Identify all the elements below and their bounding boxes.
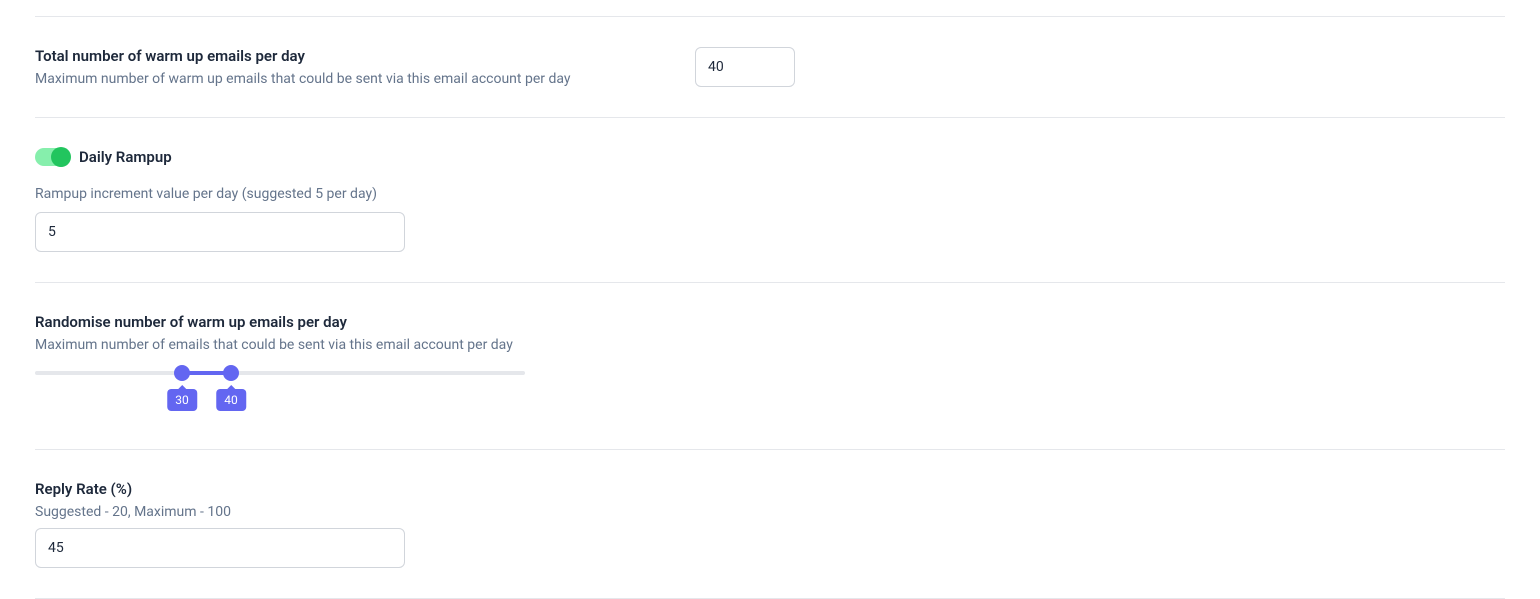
slider-handle-low[interactable] (174, 365, 190, 381)
randomise-desc: Maximum number of emails that could be s… (35, 337, 1505, 353)
total-emails-input[interactable] (695, 47, 795, 87)
reply-rate-desc: Suggested - 20, Maximum - 100 (35, 504, 1505, 520)
rampup-increment-label: Rampup increment value per day (suggeste… (35, 186, 1505, 202)
daily-rampup-label: Daily Rampup (79, 148, 172, 166)
rampup-increment-input[interactable] (35, 212, 405, 252)
slider-tip-low: 30 (167, 389, 197, 411)
daily-rampup-toggle[interactable] (35, 148, 69, 166)
daily-rampup-section: Daily Rampup Rampup increment value per … (35, 117, 1505, 282)
reply-rate-input[interactable] (35, 528, 405, 568)
randomise-slider[interactable]: 30 40 (35, 367, 525, 419)
total-emails-title: Total number of warm up emails per day (35, 47, 695, 65)
slider-tip-high: 40 (216, 389, 246, 411)
randomise-section: Randomise number of warm up emails per d… (35, 282, 1505, 449)
total-emails-desc: Maximum number of warm up emails that co… (35, 71, 695, 87)
reply-rate-title: Reply Rate (%) (35, 480, 1505, 498)
total-emails-section: Total number of warm up emails per day M… (35, 16, 1505, 117)
randomise-title: Randomise number of warm up emails per d… (35, 313, 1505, 331)
slider-handle-high[interactable] (223, 365, 239, 381)
toggle-knob (51, 147, 71, 167)
slider-track (35, 371, 525, 375)
